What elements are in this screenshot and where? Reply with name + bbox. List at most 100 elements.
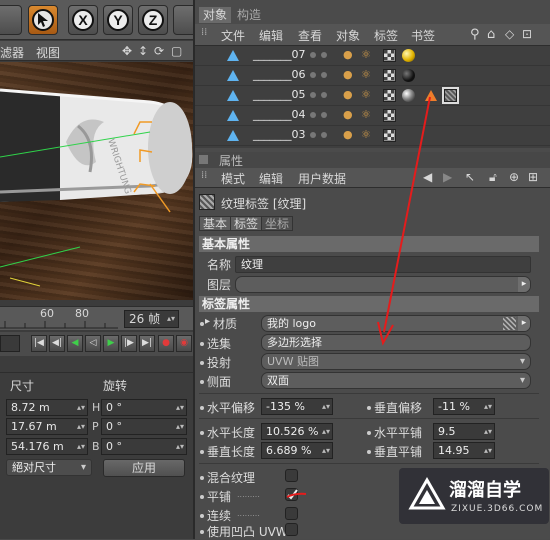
selection-field[interactable]: 多边形选择 [261, 334, 531, 351]
back-arrow-icon[interactable]: ◀ [423, 170, 432, 184]
list-item[interactable]: _______05 ● ⚛ [195, 86, 550, 106]
side-dropdown[interactable]: 双面 [261, 372, 531, 389]
layer-arrow-icon[interactable]: ▸ [518, 277, 530, 292]
stepper-icon[interactable]: ▴▾ [484, 399, 492, 414]
stepper-icon[interactable]: ▴▾ [484, 443, 492, 458]
apply-button[interactable]: 应用 [103, 459, 185, 477]
stepper-icon[interactable]: ▴▾ [322, 424, 330, 439]
expand-arrow-icon[interactable]: ▸ [205, 316, 210, 327]
list-item[interactable]: _______04 ● ⚛ [195, 106, 550, 126]
uvw-tag-icon[interactable] [383, 109, 396, 122]
play-backward-button[interactable]: ◀ [67, 335, 83, 352]
phong-tag-icon[interactable]: ● [343, 129, 356, 142]
visibility-dot[interactable] [321, 132, 327, 138]
rotation-b-field[interactable]: 0 ° ▴▾ [101, 438, 187, 455]
uvw-tag-icon[interactable] [383, 69, 396, 82]
current-frame-field[interactable]: 26 帧 ▴▾ [124, 310, 179, 328]
list-item[interactable]: _______06 ● ⚛ [195, 66, 550, 86]
next-key-button[interactable]: |▶ [121, 335, 137, 352]
material-tag-icon[interactable] [402, 49, 415, 62]
seamless-checkbox[interactable] [285, 507, 298, 520]
visibility-dot[interactable] [321, 72, 327, 78]
select-tool-button[interactable] [28, 5, 58, 35]
stepper-icon[interactable]: ▴▾ [176, 400, 184, 415]
tiles-v-field[interactable]: 14.95 ▴▾ [433, 442, 495, 459]
tab-basic[interactable]: 基本 [199, 216, 232, 231]
eye-icon[interactable]: ◇ [505, 27, 514, 41]
forward-arrow-icon[interactable]: ▶ [443, 170, 452, 184]
visibility-dot[interactable] [310, 72, 316, 78]
material-tag-icon[interactable] [402, 89, 415, 102]
rotation-h-field[interactable]: 0 ° ▴▾ [101, 399, 187, 416]
projection-dropdown[interactable]: UVW 贴图 [261, 353, 531, 370]
stepper-icon[interactable]: ▴▾ [77, 439, 85, 454]
layer-field[interactable]: ▸ [235, 276, 531, 293]
maximize-view-icon[interactable]: ▢ [171, 44, 182, 58]
menu-view[interactable]: 查看 [298, 27, 322, 44]
move-view-icon[interactable]: ✥ [122, 44, 132, 58]
offset-u-field[interactable]: -135 % ▴▾ [261, 398, 333, 415]
uvw-tag-icon[interactable] [383, 49, 396, 62]
tab-coordinates[interactable]: 坐标 [261, 216, 294, 231]
rotation-p-field[interactable]: 0 ° ▴▾ [101, 418, 187, 435]
texture-tag-icon[interactable] [442, 87, 459, 104]
home-icon[interactable]: ⌂ [487, 27, 495, 42]
menu-mode[interactable]: 模式 [221, 170, 245, 187]
menu-filter[interactable]: 滤器 [0, 44, 24, 61]
stepper-icon[interactable]: ▴▾ [176, 419, 184, 434]
length-v-field[interactable]: 6.689 % ▴▾ [261, 442, 333, 459]
menu-user-data[interactable]: 用户数据 [298, 170, 346, 187]
menu-object[interactable]: 对象 [336, 27, 360, 44]
phong-tag-icon[interactable]: ● [343, 109, 356, 122]
selection-tag-icon[interactable] [425, 90, 437, 101]
play-forward-button[interactable]: ▶ [103, 335, 119, 352]
menu-tags[interactable]: 标签 [374, 27, 398, 44]
visibility-dot[interactable] [321, 112, 327, 118]
go-to-start-button[interactable]: |◀ [31, 335, 47, 352]
prev-key-button[interactable]: ◀| [49, 335, 65, 352]
material-arrow-icon[interactable]: ▸ [518, 316, 530, 331]
start-frame-field[interactable] [0, 335, 20, 352]
bone-tag-icon[interactable]: ⚛ [361, 69, 374, 82]
size-y-field[interactable]: 17.67 m ▴▾ [6, 418, 88, 435]
prev-frame-button[interactable]: ◁ [85, 335, 101, 352]
list-item[interactable]: _______03 ● ⚛ [195, 126, 550, 146]
material-field[interactable]: 我的 logo ▸ [261, 315, 531, 332]
size-mode-dropdown[interactable]: 絕对尺寸 [6, 459, 92, 476]
phong-tag-icon[interactable]: ● [343, 49, 356, 62]
zoom-view-icon[interactable]: ↕ [138, 44, 148, 58]
visibility-dot[interactable] [310, 52, 316, 58]
menu-edit[interactable]: 编辑 [259, 27, 283, 44]
stepper-icon[interactable]: ▴▾ [484, 424, 492, 439]
uvw-tag-icon[interactable] [383, 129, 396, 142]
mix-textures-checkbox[interactable] [285, 469, 298, 482]
tab-tag[interactable]: 标签 [230, 216, 263, 231]
z-axis-button[interactable]: Z [138, 5, 168, 35]
3d-viewport[interactable]: WRIGHTUNG [0, 62, 193, 300]
list-item[interactable]: _______07 ● ⚛ [195, 46, 550, 66]
uvw-tag-icon[interactable] [383, 89, 396, 102]
stepper-icon[interactable]: ▴▾ [322, 443, 330, 458]
search-icon[interactable]: ⚲ [470, 27, 480, 42]
stepper-arrows-icon[interactable]: ▴▾ [167, 311, 175, 327]
partial-tool-button[interactable] [0, 5, 22, 35]
bone-tag-icon[interactable]: ⚛ [361, 109, 374, 122]
go-to-end-button[interactable]: ▶| [139, 335, 155, 352]
bone-tag-icon[interactable]: ⚛ [361, 129, 374, 142]
visibility-dot[interactable] [321, 92, 327, 98]
menu-view[interactable]: 视图 [36, 44, 60, 61]
stepper-icon[interactable]: ▴▾ [77, 419, 85, 434]
menu-bookmarks[interactable]: 书签 [411, 27, 435, 44]
lock-icon[interactable]: 🔓︎ [489, 170, 497, 185]
visibility-dot[interactable] [310, 132, 316, 138]
tiles-u-field[interactable]: 9.5 ▴▾ [433, 423, 495, 440]
phong-tag-icon[interactable]: ● [343, 89, 356, 102]
menu-edit[interactable]: 编辑 [259, 170, 283, 187]
up-arrow-icon[interactable]: ↖ [465, 170, 475, 184]
stepper-icon[interactable]: ▴▾ [322, 399, 330, 414]
bone-tag-icon[interactable]: ⚛ [361, 49, 374, 62]
menu-file[interactable]: 文件 [221, 27, 245, 44]
rotate-view-icon[interactable]: ⟳ [154, 44, 164, 58]
y-axis-button[interactable]: Y [103, 5, 133, 35]
tab-structure[interactable]: 构造 [233, 7, 265, 23]
